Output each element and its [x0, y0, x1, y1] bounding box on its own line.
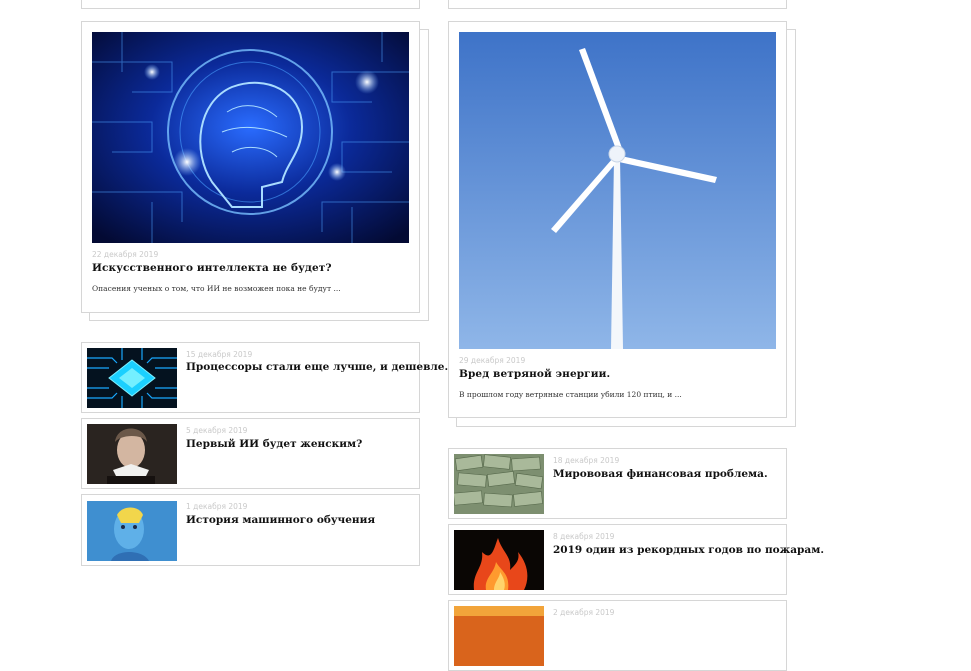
- post-title[interactable]: 2019 один из рекордных годов по пожарам.: [553, 544, 824, 556]
- post-date: 2 декабря 2019: [553, 608, 615, 617]
- post-date: 22 декабря 2019: [92, 250, 159, 259]
- orange-image[interactable]: [454, 606, 544, 666]
- money-stacks-image[interactable]: [454, 454, 544, 514]
- post-excerpt: В прошлом году ветряные станции убили 12…: [459, 390, 682, 399]
- list-item[interactable]: 5 декабря 2019 Первый ИИ будет женским?: [81, 418, 420, 489]
- list-item[interactable]: 15 декабря 2019 Процессоры стали еще луч…: [81, 342, 448, 413]
- fire-image[interactable]: [454, 530, 544, 590]
- list-item[interactable]: 8 декабря 2019 2019 один из рекордных го…: [448, 524, 824, 595]
- post-date: 15 декабря 2019: [186, 350, 253, 359]
- post-excerpt: Опасения ученых о том, что ИИ не возможе…: [92, 284, 341, 293]
- partial-card-top-right: [448, 0, 787, 9]
- post-title[interactable]: Мирововая финансовая проблема.: [553, 468, 768, 480]
- post-title[interactable]: Искусственного интеллекта не будет?: [92, 262, 332, 274]
- featured-card-wind[interactable]: 29 декабря 2019 Вред ветряной энергии. В…: [448, 21, 787, 418]
- post-title[interactable]: История машинного обучения: [186, 514, 375, 526]
- processor-chip-image[interactable]: [87, 348, 177, 408]
- post-title[interactable]: Процессоры стали еще лучше, и дешевле.: [186, 361, 448, 373]
- post-title[interactable]: Первый ИИ будет женским?: [186, 438, 362, 450]
- list-item[interactable]: 1 декабря 2019 История машинного обучени…: [81, 494, 420, 566]
- featured-card-ai[interactable]: 22 декабря 2019 Искусственного интеллект…: [81, 21, 420, 313]
- post-title[interactable]: Вред ветряной энергии.: [459, 368, 610, 380]
- android-woman-image[interactable]: [87, 424, 177, 484]
- list-item[interactable]: 18 декабря 2019 Мирововая финансовая про…: [448, 448, 787, 519]
- partial-card-top-left: [81, 0, 420, 9]
- post-date: 5 декабря 2019: [186, 426, 248, 435]
- painted-face-image[interactable]: [87, 501, 177, 561]
- list-item[interactable]: 2 декабря 2019: [448, 600, 787, 671]
- post-date: 18 декабря 2019: [553, 456, 620, 465]
- post-date: 1 декабря 2019: [186, 502, 248, 511]
- post-date: 8 декабря 2019: [553, 532, 615, 541]
- wind-turbine-image[interactable]: [459, 32, 776, 349]
- post-date: 29 декабря 2019: [459, 356, 526, 365]
- ai-brain-image[interactable]: [92, 32, 409, 243]
